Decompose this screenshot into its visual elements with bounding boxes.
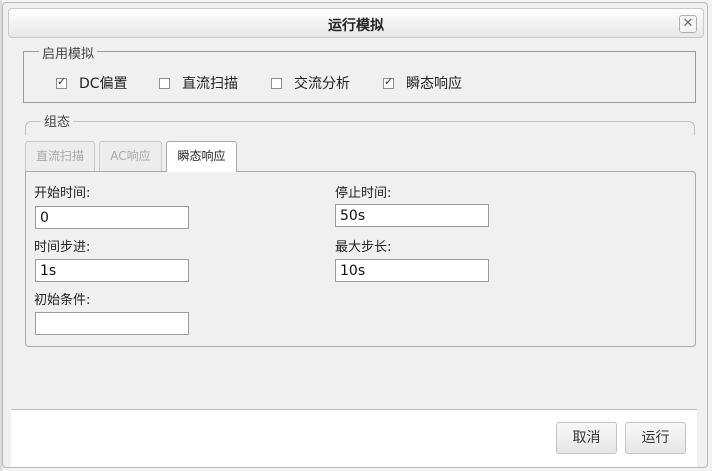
tab-transient-response[interactable]: 瞬态响应 [166, 141, 237, 172]
option-dc-sweep[interactable]: 直流扫描 [159, 73, 238, 93]
configuration-group [25, 121, 695, 135]
run-button[interactable]: 运行 [625, 422, 686, 454]
dc-bias-checkbox[interactable] [56, 75, 67, 89]
dc-bias-label: DC偏置 [79, 76, 128, 92]
dialog-title: 运行模拟 [328, 18, 384, 34]
initial-condition-input[interactable] [35, 312, 189, 335]
run-simulation-dialog: 运行模拟 ✕ 启用模拟 DC偏置 直流扫描 交流分析 瞬态响应 组态 直流扫描 … [2, 2, 708, 468]
transient-label: 瞬态响应 [406, 76, 462, 92]
stop-time-label: 停止时间: [335, 186, 392, 201]
ac-analysis-label: 交流分析 [294, 76, 350, 92]
start-time-label: 开始时间: [34, 186, 91, 201]
close-icon: ✕ [682, 16, 694, 31]
start-time-input[interactable] [35, 206, 189, 229]
option-transient[interactable]: 瞬态响应 [383, 73, 462, 93]
close-button[interactable]: ✕ [679, 15, 697, 33]
transient-checkbox[interactable] [383, 75, 394, 89]
max-step-input[interactable] [335, 259, 489, 282]
tab-dc-sweep[interactable]: 直流扫描 [25, 141, 95, 171]
enable-simulation-group: 启用模拟 DC偏置 直流扫描 交流分析 瞬态响应 [23, 43, 696, 103]
option-dc-bias[interactable]: DC偏置 [56, 73, 128, 93]
configuration-legend: 组态 [41, 111, 74, 130]
transient-settings-panel: 开始时间: 停止时间: 时间步进: 最大步长: 初始条件: [25, 171, 696, 347]
enable-simulation-legend: 启用模拟 [39, 43, 98, 62]
time-step-label: 时间步进: [34, 240, 91, 255]
dc-sweep-checkbox[interactable] [159, 77, 170, 89]
time-step-input[interactable] [35, 259, 189, 282]
initial-condition-label: 初始条件: [34, 293, 91, 308]
dc-sweep-label: 直流扫描 [182, 76, 238, 92]
cancel-button[interactable]: 取消 [556, 422, 617, 454]
option-ac-analysis[interactable]: 交流分析 [271, 73, 350, 93]
dialog-titlebar[interactable]: 运行模拟 ✕ [8, 8, 704, 38]
ac-analysis-checkbox[interactable] [271, 77, 282, 89]
max-step-label: 最大步长: [335, 240, 392, 255]
tab-ac-response[interactable]: AC响应 [99, 141, 162, 171]
stop-time-input[interactable] [335, 204, 489, 227]
